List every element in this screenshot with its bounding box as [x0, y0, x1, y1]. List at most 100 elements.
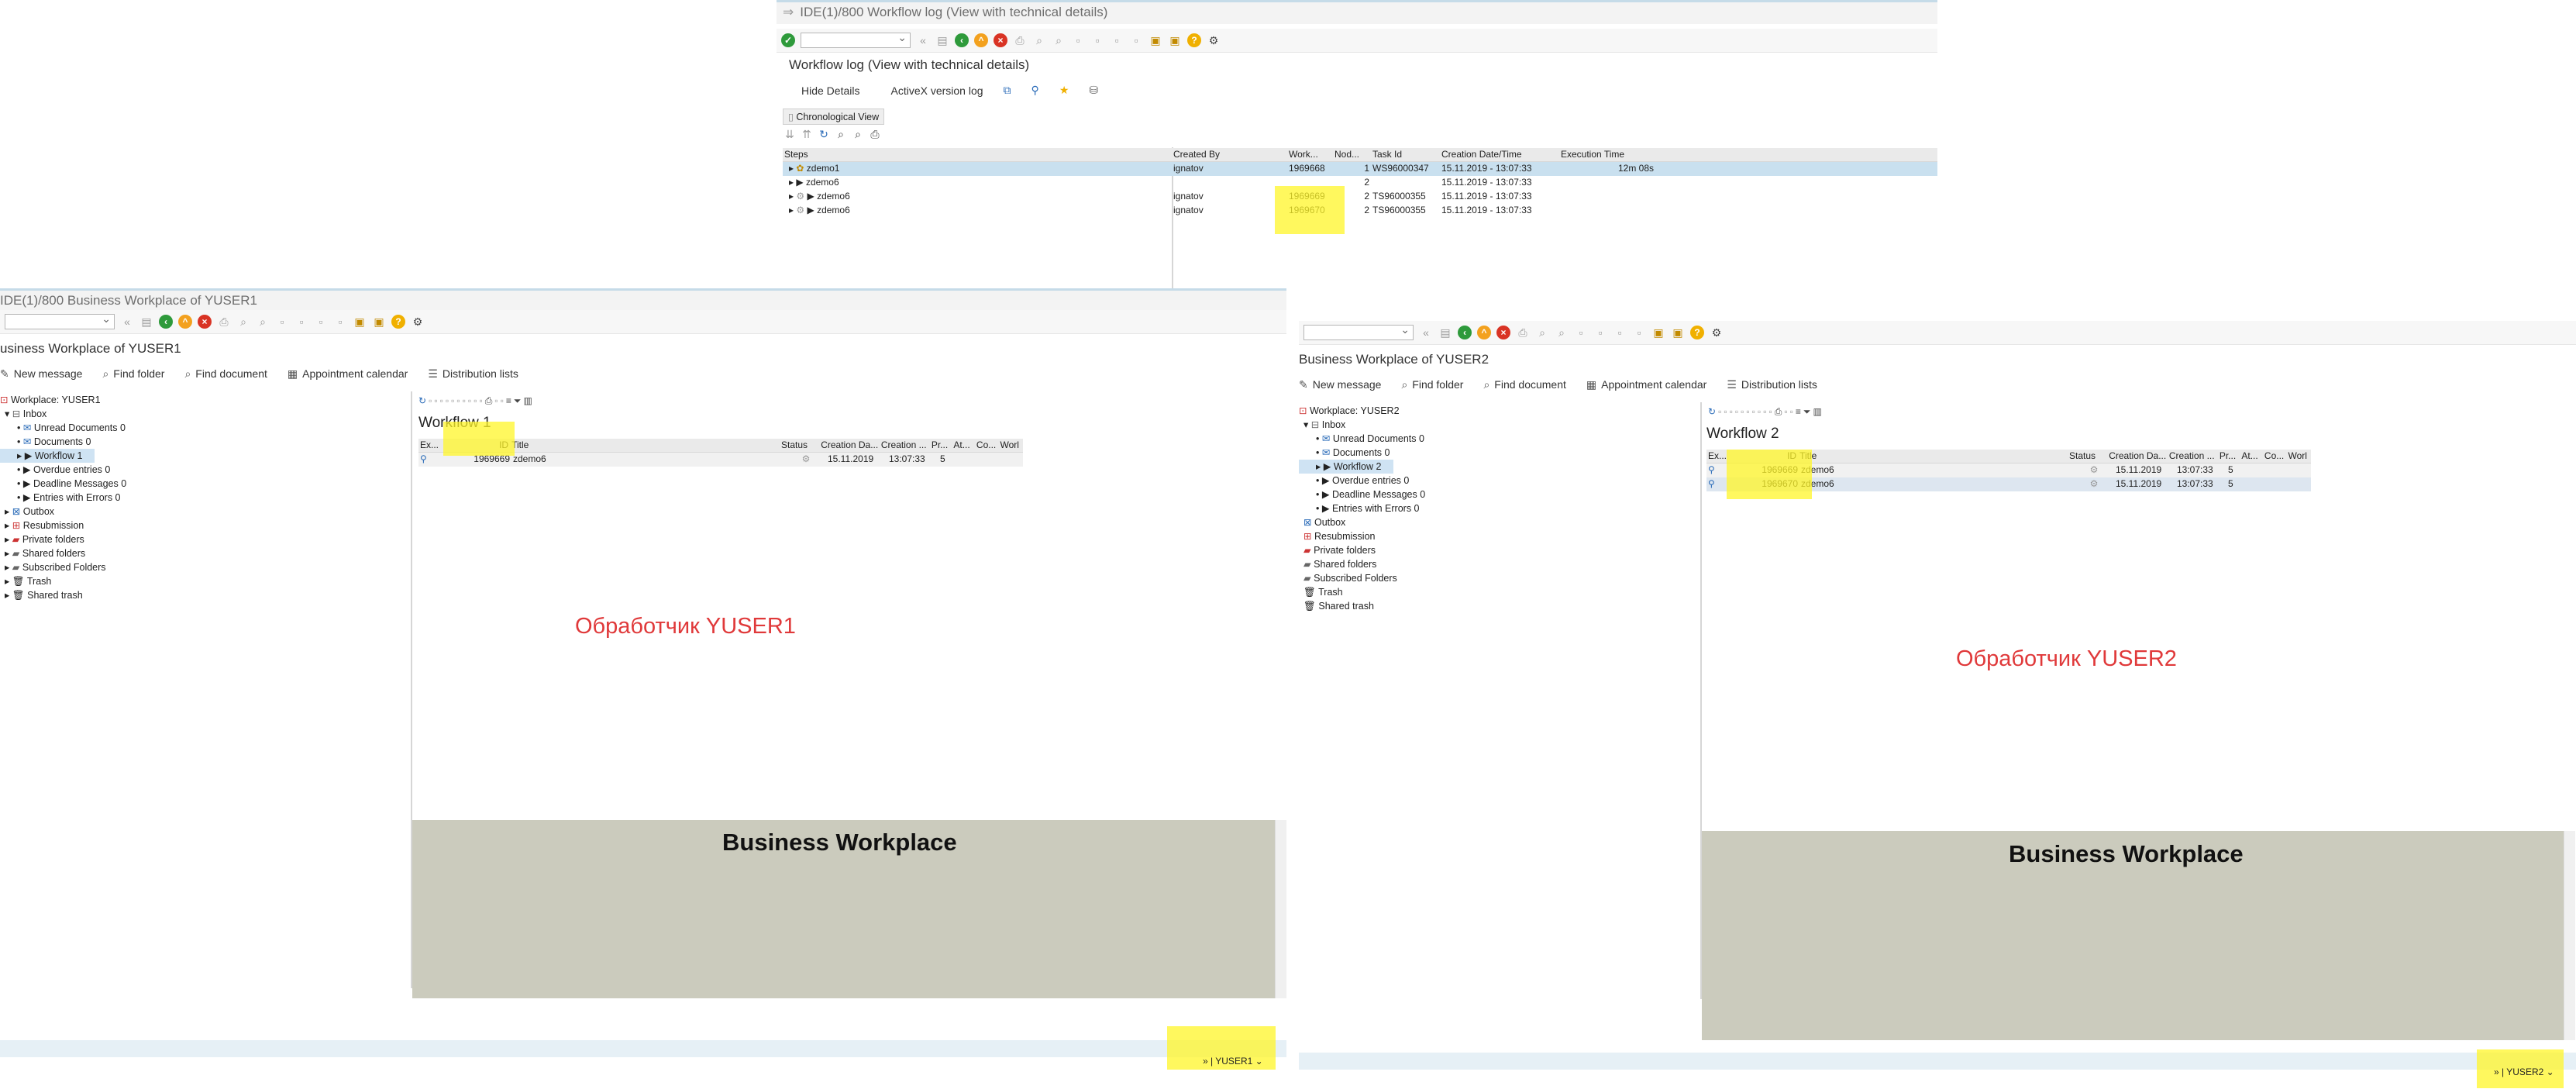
question-icon[interactable]: ?	[1690, 326, 1704, 339]
find-document-button[interactable]: ⌕ Find document	[1483, 378, 1565, 391]
tool-icon[interactable]: ▫	[1735, 406, 1738, 417]
col-priority[interactable]: Pr...	[930, 439, 952, 452]
new-message-button[interactable]: ✎ New message	[0, 367, 82, 381]
cancel-icon[interactable]: ×	[198, 315, 212, 329]
new-session-icon[interactable]: ▣	[1651, 326, 1665, 339]
star-icon[interactable]: ★	[1059, 84, 1069, 97]
expand-icon[interactable]: ▸	[789, 205, 794, 215]
agent-icon[interactable]: ⚲	[1031, 84, 1039, 97]
col-exception[interactable]: Ex...	[418, 439, 444, 452]
col-title[interactable]: Title	[1798, 450, 2068, 463]
tool-icon[interactable]: ▫	[474, 395, 477, 406]
col-comment[interactable]: Co...	[975, 439, 999, 452]
tool-icon[interactable]: ▫	[1768, 406, 1772, 417]
find-icon[interactable]: ⌕	[1032, 33, 1046, 47]
col-execution-time[interactable]: Execution Time	[1559, 148, 1655, 161]
tool-icon[interactable]: ▫	[1746, 406, 1749, 417]
tool-icon[interactable]: ▫	[1724, 406, 1727, 417]
save-icon[interactable]: ▤	[935, 33, 949, 47]
col-status[interactable]: Status	[2068, 450, 2107, 463]
find-icon[interactable]: ⌕	[236, 315, 250, 329]
col-creation-time[interactable]: Creation ...	[2168, 450, 2218, 463]
print-icon[interactable]: ⎙	[1516, 326, 1530, 339]
tool-icon[interactable]: ▫	[440, 395, 443, 406]
page-prev-icon[interactable]: ▫	[1090, 33, 1104, 47]
tool-icon[interactable]: ▫	[446, 395, 449, 406]
shortcut-icon[interactable]: ▣	[1671, 326, 1685, 339]
cancel-icon[interactable]: ×	[994, 33, 1007, 47]
col-comment[interactable]: Co...	[2263, 450, 2287, 463]
find-document-button[interactable]: ⌕ Find document	[184, 367, 267, 381]
col-creation-date[interactable]: Creation Date/Time	[1440, 148, 1559, 161]
tree-item-shared[interactable]: ▸ ▰ Shared folders	[0, 546, 407, 560]
col-status[interactable]: Status	[780, 439, 819, 452]
tool-icon[interactable]: ▫	[434, 395, 437, 406]
find-next-icon[interactable]: ⌕	[1555, 326, 1569, 339]
tree-item-trash[interactable]: 🗑 Trash	[1299, 585, 1702, 599]
expand-icon[interactable]: ▸	[789, 163, 794, 174]
tool-icon[interactable]: ▫	[463, 395, 466, 406]
gear-icon[interactable]: ⚙	[1710, 326, 1724, 339]
page-prev-icon[interactable]: ▫	[1593, 326, 1607, 339]
tree-root[interactable]: ⊡ Workplace: YUSER2	[1299, 404, 1702, 418]
col-work-item[interactable]: Work...	[1287, 148, 1333, 161]
tree-item-deadline[interactable]: • ▶ Deadline Messages 0	[0, 477, 407, 491]
tree-item-workflow[interactable]: ▸ ▶ Workflow 1	[0, 449, 95, 463]
tree-item-deadline[interactable]: • ▶ Deadline Messages 0	[1299, 488, 1702, 501]
page-last-icon[interactable]: ▫	[1129, 33, 1143, 47]
distribution-lists-button[interactable]: ☰ Distribution lists	[1727, 378, 1817, 391]
gear-icon[interactable]: ⚙	[1207, 33, 1221, 47]
command-field[interactable]	[5, 312, 115, 329]
tree-item-resubmission[interactable]: ▸ ⊞ Resubmission	[0, 519, 407, 532]
double-left-icon[interactable]: «	[1419, 326, 1433, 339]
tree-item-shared-trash[interactable]: ▸ 🗑 Shared trash	[0, 588, 407, 602]
col-attachment[interactable]: At...	[2240, 450, 2263, 463]
tree-item-overdue[interactable]: • ▶ Overdue entries 0	[0, 463, 407, 477]
print-icon[interactable]: ⎙	[485, 395, 493, 407]
command-field[interactable]	[1303, 323, 1414, 340]
page-first-icon[interactable]: ▫	[275, 315, 289, 329]
tree-item-subscribed[interactable]: ▰ Subscribed Folders	[1299, 571, 1702, 585]
command-field[interactable]	[801, 31, 911, 48]
tree-item-private[interactable]: ▰ Private folders	[1299, 543, 1702, 557]
check-circle-icon[interactable]: ✓	[781, 33, 795, 47]
page-first-icon[interactable]: ▫	[1071, 33, 1085, 47]
col-work[interactable]: Worl	[998, 439, 1023, 452]
tool-icon[interactable]: ▫	[1741, 406, 1744, 417]
cancel-icon[interactable]: ×	[1496, 326, 1510, 339]
tree-item-errors[interactable]: • ▶ Entries with Errors 0	[1299, 501, 1702, 515]
page-first-icon[interactable]: ▫	[1574, 326, 1588, 339]
tool-icon[interactable]: ▫	[1730, 406, 1733, 417]
sort-icon[interactable]: ≡	[1796, 406, 1801, 417]
tree-item-outbox[interactable]: ⊠ Outbox	[1299, 515, 1702, 529]
gear-icon[interactable]: ⚙	[411, 315, 425, 329]
col-creation-date[interactable]: Creation Da...	[2107, 450, 2168, 463]
find-next-icon[interactable]: ⌕	[256, 315, 270, 329]
tool-icon[interactable]: ▫	[456, 395, 460, 406]
layout-icon[interactable]: ▥	[523, 395, 532, 406]
tree-item-inbox[interactable]: ▾ ⊟ Inbox	[1299, 418, 1702, 432]
col-priority[interactable]: Pr...	[2218, 450, 2240, 463]
tool-icon[interactable]: ▫	[1784, 406, 1787, 417]
tree-item-workflow[interactable]: ▸ ▶ Workflow 2	[1299, 460, 1393, 474]
tree-item-unread[interactable]: • ✉ Unread Documents 0	[0, 421, 407, 435]
print-icon[interactable]: ⎙	[868, 127, 882, 141]
back-icon[interactable]: ‹	[955, 33, 969, 47]
print-icon[interactable]: ⎙	[1775, 406, 1782, 418]
save-icon[interactable]: ▤	[1438, 326, 1452, 339]
col-task-id[interactable]: Task Id	[1371, 148, 1440, 161]
tool-icon[interactable]: ▫	[429, 395, 432, 406]
page-last-icon[interactable]: ▫	[333, 315, 347, 329]
status-user[interactable]: » | YUSER1 ⌄	[1203, 1056, 1263, 1067]
new-message-button[interactable]: ✎ New message	[1299, 378, 1381, 391]
page-prev-icon[interactable]: ▫	[294, 315, 308, 329]
tree-item-overdue[interactable]: • ▶ Overdue entries 0	[1299, 474, 1702, 488]
tree-item-trash[interactable]: ▸ 🗑 Trash	[0, 574, 407, 588]
status-user[interactable]: » | YUSER2 ⌄	[2494, 1067, 2554, 1077]
sort-icon[interactable]: ≡	[506, 395, 511, 406]
refresh-icon[interactable]: ↻	[817, 127, 831, 141]
col-work[interactable]: Worl	[2286, 450, 2311, 463]
tool-icon[interactable]: ▫	[1758, 406, 1761, 417]
tree-item-inbox[interactable]: ▾ ⊟ Inbox	[0, 407, 407, 421]
save-icon[interactable]: ▤	[139, 315, 153, 329]
